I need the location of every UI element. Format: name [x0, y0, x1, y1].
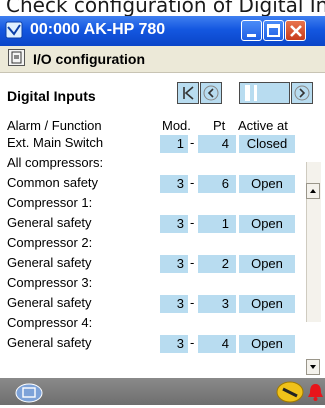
mod-pt-separator: - [190, 175, 195, 190]
scroll-down-icon [310, 365, 316, 369]
row-label: Ext. Main Switch [7, 135, 104, 150]
title-bar: 00:000 AK-HP 780 [0, 16, 325, 46]
module-field[interactable]: 3 [160, 215, 188, 233]
active-at-field[interactable]: Open [239, 335, 295, 353]
group-label: Compressor 4: [7, 315, 93, 330]
mod-pt-separator: - [190, 135, 195, 150]
active-at-field[interactable]: Open [239, 215, 295, 233]
next-page-icon [294, 85, 310, 101]
home-button[interactable] [14, 381, 44, 403]
first-page-button[interactable] [177, 82, 199, 104]
page-scroller-mark [254, 85, 257, 101]
module-field[interactable]: 3 [160, 175, 188, 193]
point-field[interactable]: 4 [198, 335, 236, 353]
point-field[interactable]: 6 [198, 175, 236, 193]
maximize-icon [267, 24, 280, 37]
point-field[interactable]: 2 [198, 255, 236, 273]
window-title: 00:000 AK-HP 780 [30, 21, 166, 38]
row-label: General safety [7, 295, 92, 310]
mod-pt-separator: - [190, 255, 195, 270]
header-active-at: Active at [238, 118, 288, 133]
row-label: General safety [7, 335, 92, 350]
top-strip-text: Check configuration of Digital Inputs [6, 0, 325, 16]
page-scroller[interactable] [239, 82, 290, 104]
active-at-field[interactable]: Open [239, 255, 295, 273]
cropped-top-text: Check configuration of Digital Inputs [0, 0, 325, 16]
scroll-down-button[interactable] [306, 359, 320, 375]
service-key-button[interactable] [276, 381, 304, 403]
minimize-icon [247, 34, 256, 37]
prev-page-button[interactable] [200, 82, 222, 104]
first-page-icon [183, 86, 194, 100]
active-at-field[interactable]: Closed [239, 135, 295, 153]
bottom-toolbar [0, 378, 325, 405]
section-title: Digital Inputs [7, 88, 96, 104]
group-label: Compressor 3: [7, 275, 93, 290]
next-page-button[interactable] [291, 82, 313, 104]
close-button[interactable] [285, 20, 306, 41]
group-label: Compressor 2: [7, 235, 93, 250]
app-window: 00:000 AK-HP 780 I/O configuration Digit… [0, 16, 325, 405]
active-at-field[interactable]: Open [239, 175, 295, 193]
home-icon [15, 383, 43, 403]
alarm-bell-icon [308, 384, 323, 401]
module-field[interactable]: 3 [160, 295, 188, 313]
header-pt: Pt [213, 118, 226, 133]
group-label: All compressors: [7, 155, 104, 170]
row-label: General safety [7, 215, 92, 230]
module-field[interactable]: 3 [160, 255, 188, 273]
minimize-button[interactable] [241, 20, 262, 41]
maximize-button[interactable] [263, 20, 284, 41]
module-field[interactable]: 1 [160, 135, 188, 153]
module-field[interactable]: 3 [160, 335, 188, 353]
alarm-button[interactable] [307, 382, 324, 402]
window-icon [5, 21, 23, 39]
sub-header: I/O configuration [0, 46, 325, 73]
io-config-icon [8, 49, 25, 66]
header-mod: Mod. [162, 118, 191, 133]
page-title: I/O configuration [33, 51, 145, 67]
group-label: Compressor 1: [7, 195, 93, 210]
row-label: General safety [7, 255, 92, 270]
row-label: Common safety [7, 175, 99, 190]
page-scroller-thumb[interactable] [245, 85, 250, 101]
mod-pt-separator: - [190, 215, 195, 230]
point-field[interactable]: 3 [198, 295, 236, 313]
scroll-up-icon [310, 189, 316, 193]
close-icon [290, 25, 302, 37]
active-at-field[interactable]: Open [239, 295, 295, 313]
mod-pt-separator: - [190, 295, 195, 310]
service-key-icon [276, 381, 304, 403]
scroll-up-button[interactable] [306, 183, 320, 199]
mod-pt-separator: - [190, 335, 195, 350]
header-function: Alarm / Function [7, 118, 102, 133]
prev-page-icon [203, 85, 219, 101]
content-area: Digital Inputs Alarm / Function Mod. Pt … [0, 73, 325, 378]
point-field[interactable]: 1 [198, 215, 236, 233]
point-field[interactable]: 4 [198, 135, 236, 153]
